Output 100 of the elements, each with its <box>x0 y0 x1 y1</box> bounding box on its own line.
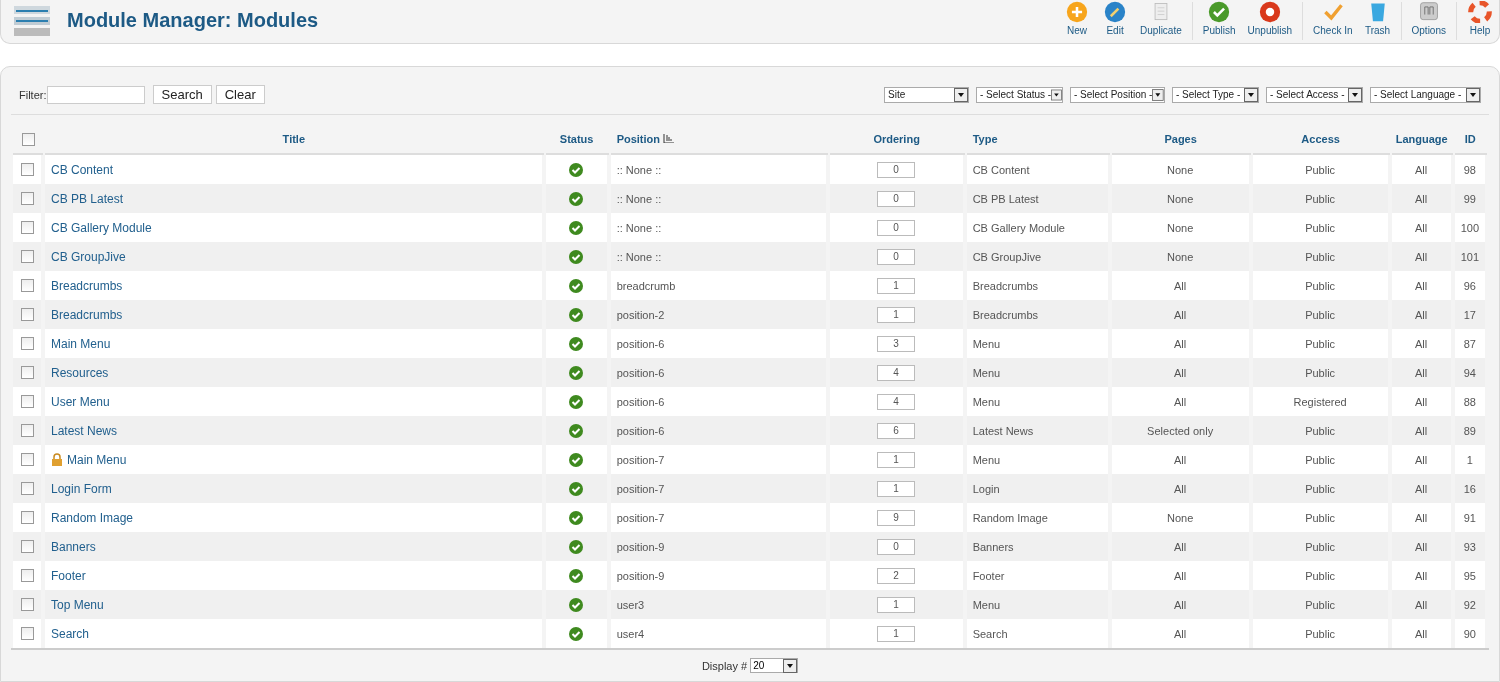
check-circle-icon[interactable] <box>569 626 584 641</box>
edit-button[interactable]: Edit <box>1096 0 1135 44</box>
check-circle-icon[interactable] <box>569 249 584 264</box>
row-checkbox[interactable] <box>20 308 34 322</box>
column-header[interactable]: Access <box>1301 133 1340 145</box>
filter-dropdown[interactable]: - Select Type - <box>1172 86 1259 103</box>
row-checkbox[interactable] <box>20 482 34 496</box>
column-header[interactable]: Language <box>1395 133 1448 145</box>
help-button[interactable]: Help <box>1461 0 1499 44</box>
module-title-link[interactable]: Main Menu <box>51 336 111 351</box>
module-title-link[interactable]: User Menu <box>51 394 110 409</box>
module-title-link[interactable]: CB PB Latest <box>51 191 124 206</box>
module-title-link[interactable]: Banners <box>51 539 96 554</box>
ordering-field[interactable]: 0 <box>877 219 916 236</box>
module-title-link[interactable]: Latest News <box>51 423 118 438</box>
row-checkbox[interactable] <box>20 337 34 351</box>
row-checkbox[interactable] <box>20 424 34 438</box>
options-button[interactable]: Options <box>1405 0 1452 44</box>
check-circle-icon[interactable] <box>569 394 584 409</box>
new-button[interactable]: New <box>1058 0 1097 44</box>
module-title-link[interactable]: Search <box>51 626 90 641</box>
search-button[interactable]: Search <box>152 85 212 104</box>
filter-dropdown[interactable]: - Select Status - <box>976 86 1063 103</box>
ordering-field[interactable]: 0 <box>877 248 916 265</box>
row-checkbox[interactable] <box>20 395 34 409</box>
ordering-field[interactable]: 0 <box>877 190 916 207</box>
check-circle-icon[interactable] <box>569 597 584 612</box>
column-header[interactable]: Type <box>972 133 998 145</box>
column-header[interactable]: ID <box>1464 133 1476 145</box>
row-checkbox[interactable] <box>20 366 34 380</box>
check-circle-icon[interactable] <box>569 162 584 177</box>
column-header[interactable]: Position <box>616 133 661 145</box>
check-circle-icon[interactable] <box>569 278 584 293</box>
unpublish-button[interactable]: Unpublish <box>1241 0 1299 44</box>
ordering-field[interactable]: 2 <box>877 567 916 584</box>
module-title-link[interactable]: Breadcrumbs <box>51 278 123 293</box>
filter-dropdown[interactable]: - Select Language - <box>1370 86 1481 103</box>
column-header[interactable]: Title <box>282 133 306 145</box>
ordering-field[interactable]: 1 <box>877 596 916 613</box>
module-title-link[interactable]: CB Gallery Module <box>51 220 152 235</box>
module-title-link[interactable]: Login Form <box>51 481 112 496</box>
check-circle-icon[interactable] <box>569 568 584 583</box>
row-checkbox[interactable] <box>20 540 34 554</box>
publish-button[interactable]: Publish <box>1196 0 1242 44</box>
ordering-field[interactable]: 6 <box>877 422 916 439</box>
language-text: All <box>1415 279 1428 292</box>
module-title-link[interactable]: Resources <box>51 365 109 380</box>
check-circle-icon[interactable] <box>569 307 584 322</box>
filter-dropdown[interactable]: - Select Access - <box>1266 86 1363 103</box>
check-circle-icon[interactable] <box>569 191 584 206</box>
column-header[interactable]: Ordering <box>873 133 920 145</box>
filter-field[interactable] <box>46 85 145 104</box>
display-count-dropdown[interactable]: 20 <box>750 658 799 673</box>
row-checkbox[interactable] <box>20 453 34 467</box>
trash-button[interactable]: Trash <box>1358 0 1397 44</box>
check-circle-icon[interactable] <box>569 481 584 496</box>
row-checkbox[interactable] <box>20 279 34 293</box>
ordering-field[interactable]: 0 <box>877 538 916 555</box>
checkin-button[interactable]: Check In <box>1307 0 1359 44</box>
check-circle-icon[interactable] <box>569 452 584 467</box>
ordering-field[interactable]: 1 <box>877 451 916 468</box>
check-circle-icon[interactable] <box>569 220 584 235</box>
module-title-link[interactable]: Footer <box>51 568 86 583</box>
ordering-field[interactable]: 4 <box>877 393 916 410</box>
column-header[interactable]: Pages <box>1164 133 1197 145</box>
clear-button[interactable]: Clear <box>215 85 265 104</box>
module-title-link[interactable]: CB Content <box>51 162 114 177</box>
row-checkbox[interactable] <box>20 627 34 641</box>
ordering-field[interactable]: 0 <box>877 161 916 178</box>
select-all-checkbox[interactable] <box>21 132 35 146</box>
module-title-link[interactable]: Random Image <box>51 510 134 525</box>
check-circle-icon[interactable] <box>569 510 584 525</box>
ordering-field[interactable]: 1 <box>877 625 916 642</box>
ordering-field[interactable]: 1 <box>877 480 916 497</box>
check-circle-icon[interactable] <box>569 336 584 351</box>
ordering-field[interactable]: 1 <box>877 306 916 323</box>
check-circle-icon[interactable] <box>569 539 584 554</box>
module-title-link[interactable]: Main Menu <box>67 452 127 467</box>
ordering-field[interactable]: 4 <box>877 364 916 381</box>
ordering-field[interactable]: 1 <box>877 277 916 294</box>
column-header[interactable]: Status <box>559 133 594 145</box>
check-circle-icon[interactable] <box>569 423 584 438</box>
duplicate-button[interactable]: Duplicate <box>1134 0 1188 44</box>
row-checkbox[interactable] <box>20 163 34 177</box>
row-checkbox[interactable] <box>20 192 34 206</box>
type-text: Login <box>972 482 1000 495</box>
filter-dropdown[interactable]: Site <box>884 86 969 103</box>
ordering-field[interactable]: 3 <box>877 335 916 352</box>
row-checkbox[interactable] <box>20 250 34 264</box>
module-title-link[interactable]: Top Menu <box>51 597 104 612</box>
position-text: :: None :: <box>616 221 662 234</box>
module-title-link[interactable]: Breadcrumbs <box>51 307 123 322</box>
module-title-link[interactable]: CB GroupJive <box>51 249 126 264</box>
check-circle-icon[interactable] <box>569 365 584 380</box>
row-checkbox[interactable] <box>20 511 34 525</box>
row-checkbox[interactable] <box>20 221 34 235</box>
filter-dropdown[interactable]: - Select Position - <box>1070 86 1165 103</box>
row-checkbox[interactable] <box>20 569 34 583</box>
row-checkbox[interactable] <box>20 598 34 612</box>
ordering-field[interactable]: 9 <box>877 509 916 526</box>
